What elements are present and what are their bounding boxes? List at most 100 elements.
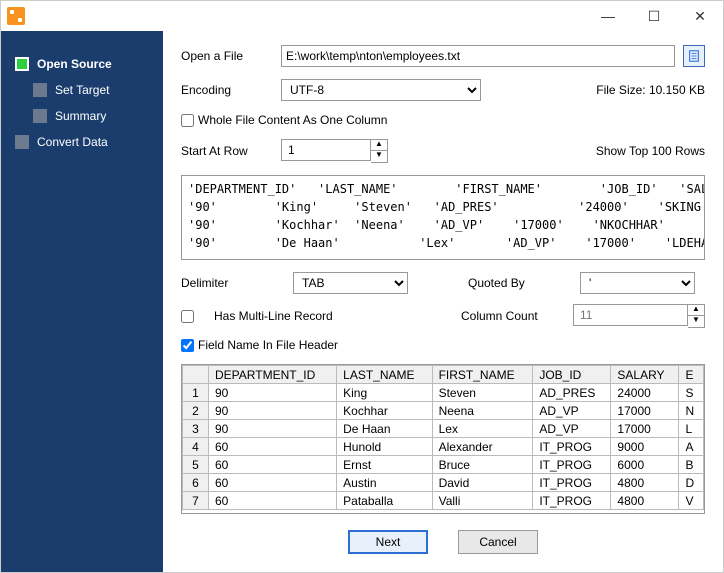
table-row[interactable]: 290KochharNeenaAD_VP17000N (183, 402, 704, 420)
table-cell: A (679, 438, 704, 456)
table-row[interactable]: 660AustinDavidIT_PROG4800D (183, 474, 704, 492)
table-cell: 60 (209, 474, 337, 492)
close-button[interactable]: ✕ (677, 1, 723, 31)
multiline-checkbox[interactable] (181, 310, 194, 323)
table-cell: AD_PRES (533, 384, 611, 402)
window-controls: — ☐ ✕ (585, 1, 723, 31)
sidebar-item-set-target[interactable]: Set Target (1, 77, 163, 103)
fieldname-header-label: Field Name In File Header (198, 338, 338, 352)
table-cell: IT_PROG (533, 492, 611, 510)
step-label: Open Source (37, 57, 112, 71)
data-grid[interactable]: DEPARTMENT_IDLAST_NAMEFIRST_NAMEJOB_IDSA… (181, 364, 705, 514)
table-cell: D (679, 474, 704, 492)
table-cell: Lex (432, 420, 533, 438)
next-button[interactable]: Next (348, 530, 428, 554)
table-cell: S (679, 384, 704, 402)
whole-file-checkbox[interactable] (181, 114, 194, 127)
column-header[interactable]: SALARY (611, 366, 679, 384)
document-icon (687, 49, 701, 63)
show-top-label: Show Top 100 Rows (596, 144, 705, 158)
column-header[interactable]: E (679, 366, 704, 384)
table-cell: 60 (209, 456, 337, 474)
encoding-label: Encoding (181, 83, 273, 97)
table-cell: Valli (432, 492, 533, 510)
table-cell: V (679, 492, 704, 510)
table-cell: 17000 (611, 420, 679, 438)
column-header[interactable]: FIRST_NAME (432, 366, 533, 384)
file-path-input[interactable] (281, 45, 675, 67)
table-cell: Neena (432, 402, 533, 420)
table-cell: Bruce (432, 456, 533, 474)
column-header[interactable]: JOB_ID (533, 366, 611, 384)
table-cell: 4800 (611, 492, 679, 510)
table-cell: 60 (209, 492, 337, 510)
step-label: Convert Data (37, 135, 108, 149)
table-row[interactable]: 760PataballaValliIT_PROG4800V (183, 492, 704, 510)
table-cell: 90 (209, 420, 337, 438)
table-cell: 9000 (611, 438, 679, 456)
table-cell: 17000 (611, 402, 679, 420)
table-cell: David (432, 474, 533, 492)
open-file-label: Open a File (181, 49, 273, 63)
delimiter-select[interactable]: TAB (293, 272, 408, 294)
table-cell: N (679, 402, 704, 420)
maximize-button[interactable]: ☐ (631, 1, 677, 31)
table-cell: De Haan (337, 420, 432, 438)
table-cell: AD_VP (533, 402, 611, 420)
table-row[interactable]: 390De HaanLexAD_VP17000L (183, 420, 704, 438)
step-marker-icon (33, 83, 47, 97)
column-header[interactable]: LAST_NAME (337, 366, 432, 384)
whole-file-label: Whole File Content As One Column (198, 113, 387, 127)
spin-down-icon: ▼ (688, 316, 704, 327)
spin-down-icon[interactable]: ▼ (371, 151, 387, 162)
start-row-spinner[interactable]: ▲▼ (281, 139, 388, 163)
wizard-sidebar: Open Source Set Target Summary Convert D… (1, 31, 163, 572)
table-cell: IT_PROG (533, 438, 611, 456)
start-row-input[interactable] (281, 139, 371, 161)
delimiter-label: Delimiter (181, 276, 273, 290)
table-cell: 90 (209, 402, 337, 420)
sidebar-item-summary[interactable]: Summary (1, 103, 163, 129)
table-cell: 6000 (611, 456, 679, 474)
table-cell: Austin (337, 474, 432, 492)
multiline-label: Has Multi-Line Record (214, 309, 333, 323)
sidebar-item-open-source[interactable]: Open Source (1, 51, 163, 77)
quoted-by-label: Quoted By (468, 276, 560, 290)
table-cell: Pataballa (337, 492, 432, 510)
table-row[interactable]: 190KingStevenAD_PRES24000S (183, 384, 704, 402)
table-cell: 60 (209, 438, 337, 456)
column-count-label: Column Count (461, 309, 553, 323)
table-cell: B (679, 456, 704, 474)
fieldname-header-checkbox[interactable] (181, 339, 194, 352)
table-cell: Ernst (337, 456, 432, 474)
step-marker-icon (15, 57, 29, 71)
column-header[interactable]: DEPARTMENT_ID (209, 366, 337, 384)
table-cell: 90 (209, 384, 337, 402)
table-cell: AD_VP (533, 420, 611, 438)
file-size-label: File Size: 10.150 KB (596, 83, 705, 97)
table-cell: IT_PROG (533, 456, 611, 474)
browse-file-button[interactable] (683, 45, 705, 67)
step-label: Set Target (55, 83, 109, 97)
encoding-select[interactable]: UTF-8 (281, 79, 481, 101)
column-count-input (573, 304, 688, 326)
table-cell: 4800 (611, 474, 679, 492)
step-marker-icon (33, 109, 47, 123)
step-marker-icon (15, 135, 29, 149)
table-cell: 24000 (611, 384, 679, 402)
table-row[interactable]: 560ErnstBruceIT_PROG6000B (183, 456, 704, 474)
raw-preview-textarea[interactable]: 'DEPARTMENT_ID' 'LAST_NAME' 'FIRST_NAME'… (181, 175, 705, 260)
app-icon (7, 7, 25, 25)
minimize-button[interactable]: — (585, 1, 631, 31)
titlebar: — ☐ ✕ (1, 1, 723, 31)
table-cell: Steven (432, 384, 533, 402)
step-label: Summary (55, 109, 106, 123)
quoted-by-select[interactable]: ' (580, 272, 695, 294)
sidebar-item-convert-data[interactable]: Convert Data (1, 129, 163, 155)
table-cell: Kochhar (337, 402, 432, 420)
column-count-spinner: ▲▼ (573, 304, 705, 328)
cancel-button[interactable]: Cancel (458, 530, 538, 554)
start-row-label: Start At Row (181, 144, 273, 158)
table-row[interactable]: 460HunoldAlexanderIT_PROG9000A (183, 438, 704, 456)
table-cell: L (679, 420, 704, 438)
